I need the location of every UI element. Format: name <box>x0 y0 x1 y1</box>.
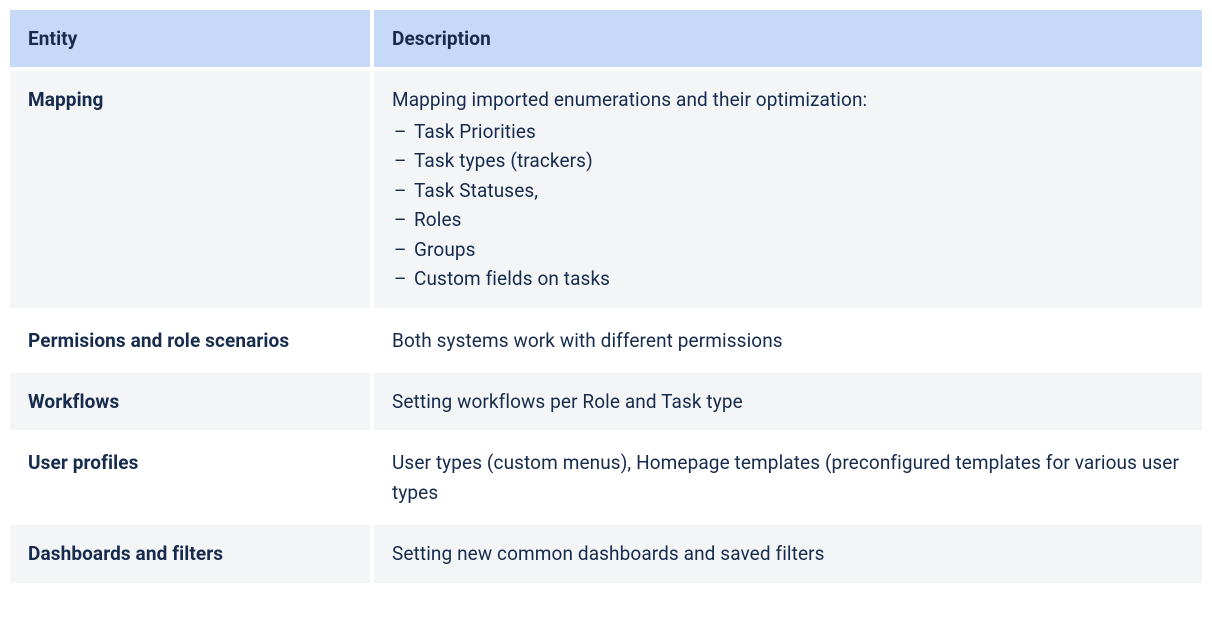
entity-description-table: Entity Description Mapping Mapping impor… <box>6 6 1206 587</box>
list-item: Groups <box>392 235 1184 264</box>
list-item: Task Priorities <box>392 117 1184 146</box>
list-item: Task Statuses, <box>392 176 1184 205</box>
table-row: User profiles User types (custom menus),… <box>10 434 1202 521</box>
table-row: Dashboards and filters Setting new commo… <box>10 525 1202 582</box>
list-item: Task types (trackers) <box>392 146 1184 175</box>
entity-cell: Dashboards and filters <box>10 525 370 582</box>
entity-cell: User profiles <box>10 434 370 521</box>
entity-cell: Permisions and role scenarios <box>10 312 370 369</box>
description-list: Task Priorities Task types (trackers) Ta… <box>392 117 1184 294</box>
description-cell: Mapping imported enumerations and their … <box>374 71 1202 307</box>
description-intro: Mapping imported enumerations and their … <box>392 88 867 111</box>
description-cell: Setting new common dashboards and saved … <box>374 525 1202 582</box>
table-row: Permisions and role scenarios Both syste… <box>10 312 1202 369</box>
table-row: Workflows Setting workflows per Role and… <box>10 373 1202 430</box>
header-entity: Entity <box>10 10 370 67</box>
description-cell: Both systems work with different permiss… <box>374 312 1202 369</box>
table-row: Mapping Mapping imported enumerations an… <box>10 71 1202 307</box>
entity-cell: Workflows <box>10 373 370 430</box>
header-description: Description <box>374 10 1202 67</box>
list-item: Custom fields on tasks <box>392 264 1184 293</box>
entity-cell: Mapping <box>10 71 370 307</box>
description-cell: User types (custom menus), Homepage temp… <box>374 434 1202 521</box>
description-cell: Setting workflows per Role and Task type <box>374 373 1202 430</box>
table-header-row: Entity Description <box>10 10 1202 67</box>
list-item: Roles <box>392 205 1184 234</box>
